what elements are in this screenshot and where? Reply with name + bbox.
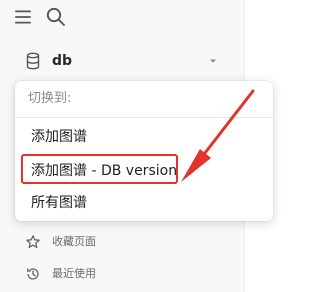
menu-item-label: 添加图谱 bbox=[31, 129, 87, 145]
current-graph-name: db bbox=[52, 53, 73, 69]
sidebar-item-favorites[interactable]: 收藏页面 bbox=[0, 230, 244, 254]
graph-switch-dropdown: 切换到: 添加图谱 添加图谱 - DB version 所有图谱 bbox=[15, 81, 273, 221]
menu-item-label: 所有图谱 bbox=[31, 195, 87, 211]
sidebar-item-label: 最近使用 bbox=[52, 267, 96, 280]
dropdown-header: 切换到: bbox=[28, 91, 72, 106]
caret-down-icon[interactable] bbox=[208, 56, 218, 66]
menu-item-add-graph-db-version[interactable]: 添加图谱 - DB version bbox=[15, 155, 273, 187]
history-icon bbox=[26, 268, 39, 280]
sidebar-item-label: 收藏页面 bbox=[52, 235, 96, 248]
app-window: db 收藏页面 最近使用 切换到: 添加图谱 添加图谱 - DB version… bbox=[0, 0, 336, 292]
dropdown-divider bbox=[15, 117, 273, 118]
graph-selector[interactable]: db bbox=[0, 46, 244, 76]
database-icon bbox=[26, 52, 40, 70]
menu-item-label: 添加图谱 - DB version bbox=[31, 163, 178, 179]
menu-item-add-graph[interactable]: 添加图谱 bbox=[15, 121, 273, 153]
hamburger-menu-icon[interactable] bbox=[14, 8, 32, 26]
star-icon bbox=[26, 235, 40, 249]
search-icon[interactable] bbox=[45, 6, 67, 28]
menu-item-all-graphs[interactable]: 所有图谱 bbox=[15, 187, 273, 219]
sidebar-item-recent[interactable]: 最近使用 bbox=[0, 262, 244, 286]
